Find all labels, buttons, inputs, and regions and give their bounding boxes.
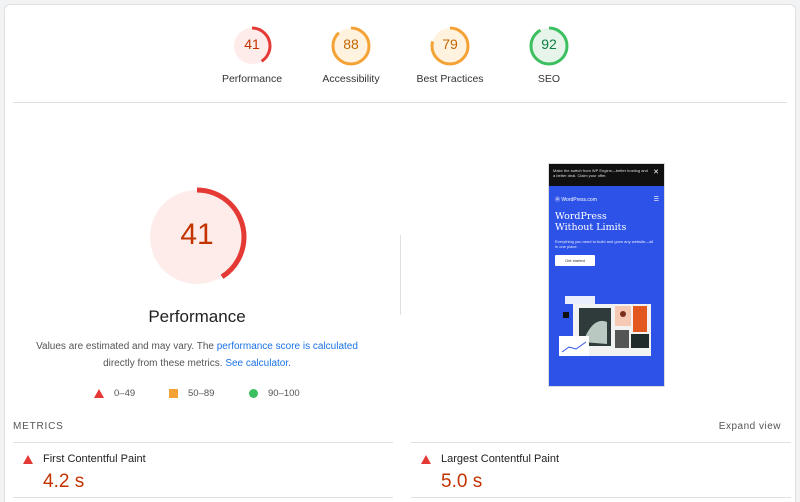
score-legend: 0–49 50–89 90–100	[5, 388, 405, 404]
gauge-label: Best Practices	[416, 73, 484, 85]
expand-view-toggle[interactable]: Expand view	[719, 421, 781, 432]
legend-pass-range: 90–100	[268, 388, 300, 399]
hero-headline: WordPress Without Limits	[555, 211, 626, 233]
see-calculator-link[interactable]: See calculator.	[225, 358, 291, 369]
legend-fail: 0–49	[94, 388, 135, 399]
close-icon: ✕	[653, 169, 659, 176]
metric-name: Largest Contentful Paint	[441, 453, 560, 465]
divider	[13, 497, 393, 502]
gauge-label: SEO	[537, 73, 561, 85]
score-calculated-link[interactable]: performance score is calculated	[217, 341, 358, 352]
description-text: directly from these metrics.	[103, 358, 226, 369]
divider	[411, 442, 791, 443]
performance-score: 41	[180, 218, 214, 251]
performance-description: Values are estimated and may vary. The p…	[27, 338, 367, 372]
metric-value: 4.2 s	[43, 471, 85, 492]
hero-subtext: Everything you need to build and grow an…	[555, 239, 654, 249]
legend-average-range: 50–89	[188, 388, 215, 399]
promo-banner: Make the switch from WP Engine—better ho…	[549, 164, 664, 186]
legend-average: 50–89	[169, 388, 214, 399]
metrics-heading: METRICS	[13, 421, 64, 432]
menu-icon: ☰	[653, 197, 659, 203]
description-text: Values are estimated and may vary. The	[36, 341, 217, 352]
gauge-score: 92	[541, 36, 557, 52]
legend-pass: 90–100	[249, 388, 300, 399]
gauge-score: 88	[343, 36, 359, 52]
triangle-icon	[23, 454, 33, 464]
headline-line: WordPress	[555, 211, 607, 222]
score-gauges: 41 Performance 88 Accessibility 79 Best …	[5, 5, 795, 102]
metric-first-contentful-paint: First Contentful Paint 4.2 s	[23, 453, 146, 493]
brand-name: WordPress.com	[561, 197, 597, 203]
brand-logo: Ⓦ WordPress.com	[555, 196, 597, 203]
report-frame: 41 Performance 88 Accessibility 79 Best …	[4, 4, 796, 502]
gauge-label: Performance	[221, 73, 283, 85]
vertical-divider	[400, 235, 401, 315]
gauge-score: 79	[442, 36, 458, 52]
divider	[13, 442, 393, 443]
performance-title: Performance	[148, 307, 246, 326]
square-icon	[169, 389, 178, 398]
legend-fail-range: 0–49	[114, 388, 136, 399]
gauge-score: 41	[244, 36, 260, 52]
headline-line: Without Limits	[555, 222, 627, 233]
metric-name: First Contentful Paint	[43, 453, 146, 465]
metric-largest-contentful-paint: Largest Contentful Paint 5.0 s	[421, 453, 559, 493]
triangle-icon	[94, 389, 104, 398]
gauge-label: Accessibility	[322, 73, 380, 85]
gauge-accessibility[interactable]: 88 Accessibility	[296, 25, 406, 85]
circle-icon	[249, 389, 258, 398]
banner-text: Make the switch from WP Engine—better ho…	[553, 168, 648, 178]
divider	[411, 497, 791, 502]
gauge-best-practices[interactable]: 79 Best Practices	[395, 25, 505, 85]
gauge-performance[interactable]: 41 Performance	[197, 25, 307, 85]
gauge-seo[interactable]: 92 SEO	[494, 25, 604, 85]
wordpress-icon: Ⓦ	[555, 197, 561, 203]
triangle-icon	[421, 454, 431, 464]
divider	[13, 102, 787, 103]
get-started-button: Get started	[555, 255, 595, 266]
page-screenshot[interactable]: Make the switch from WP Engine—better ho…	[548, 163, 665, 387]
product-collage-image	[559, 296, 651, 356]
metric-value: 5.0 s	[441, 471, 483, 492]
